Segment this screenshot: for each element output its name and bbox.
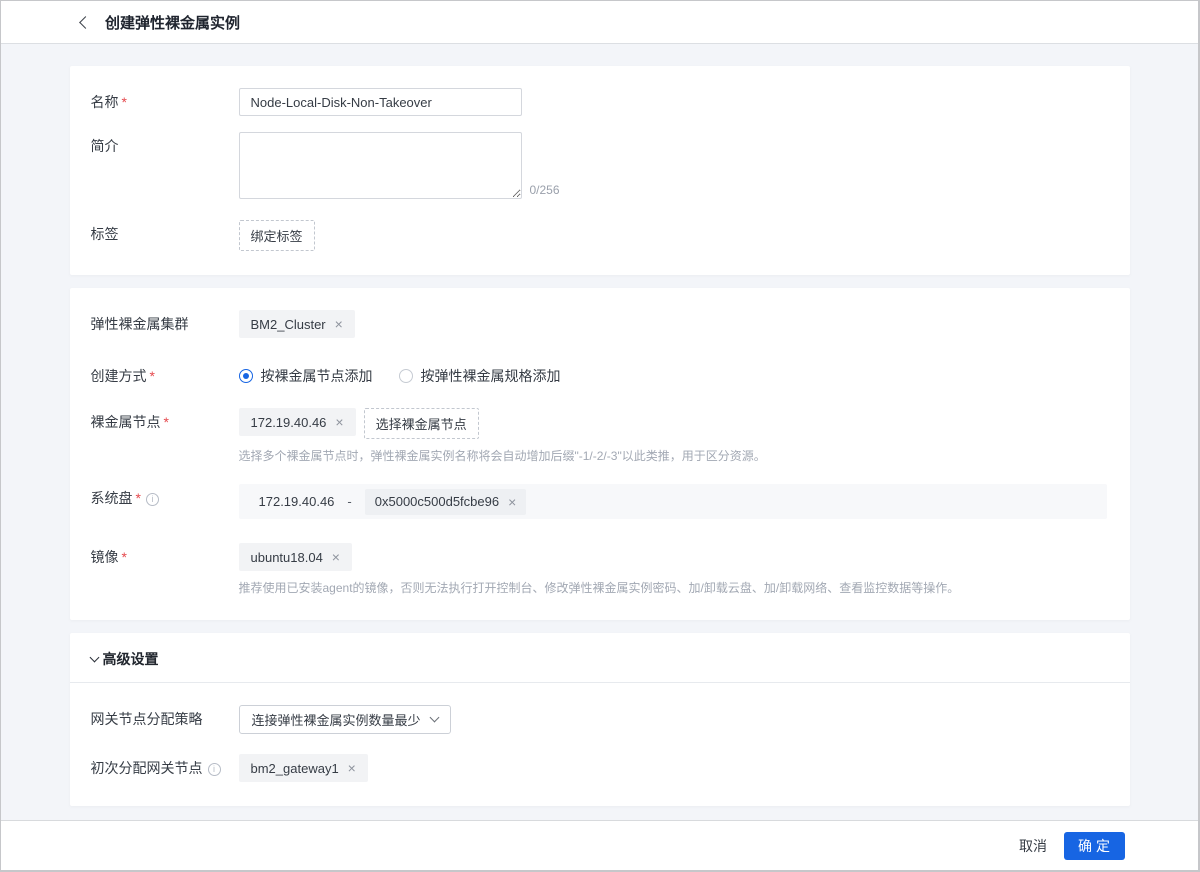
node-tag: 172.19.40.46 ×	[239, 408, 356, 436]
image-tag: ubuntu18.04 ×	[239, 543, 352, 571]
create-mode-label: 创建方式*	[91, 362, 239, 386]
system-disk-separator: -	[347, 494, 351, 509]
create-bare-metal-instance-page: 创建弹性裸金属实例 名称* 简介 0/256 标签 绑定标签	[0, 0, 1200, 872]
form-row-create-mode: 创建方式* 按裸金属节点添加 按弹性裸金属规格添加	[91, 362, 1109, 386]
image-hint: 推荐使用已安装agent的镜像，否则无法执行打开控制台、修改弹性裸金属实例密码、…	[239, 580, 960, 596]
image-label: 镜像*	[91, 543, 239, 596]
char-counter: 0/256	[530, 183, 560, 199]
form-row-cluster: 弹性裸金属集群 BM2_Cluster ×	[91, 310, 1109, 338]
required-mark: *	[122, 549, 127, 565]
form-row-tags: 标签 绑定标签	[91, 220, 1109, 251]
chevron-down-icon	[429, 713, 439, 723]
cluster-tag: BM2_Cluster ×	[239, 310, 355, 338]
system-disk-label: 系统盘*i	[91, 484, 239, 519]
back-icon[interactable]	[79, 16, 92, 29]
page-title: 创建弹性裸金属实例	[105, 12, 240, 33]
tags-label: 标签	[91, 220, 239, 251]
required-mark: *	[164, 414, 169, 430]
form-content: 名称* 简介 0/256 标签 绑定标签	[1, 44, 1198, 820]
gateway-tag: bm2_gateway1 ×	[239, 754, 368, 782]
required-mark: *	[136, 490, 141, 506]
name-input[interactable]	[239, 88, 522, 116]
gateway-strategy-value: 连接弹性裸金属实例数量最少	[252, 710, 421, 729]
select-node-button[interactable]: 选择裸金属节点	[364, 408, 479, 439]
remove-image-tag-icon[interactable]: ×	[332, 550, 340, 564]
cancel-button[interactable]: 取消	[1019, 836, 1047, 856]
create-mode-radio-group: 按裸金属节点添加 按弹性裸金属规格添加	[239, 362, 561, 386]
bind-tag-button[interactable]: 绑定标签	[239, 220, 315, 251]
remove-gateway-tag-icon[interactable]: ×	[348, 761, 356, 775]
gateway-strategy-label: 网关节点分配策略	[91, 705, 239, 734]
system-disk-row: 172.19.40.46 - 0x5000c500d5fcbe96 ×	[239, 484, 1107, 519]
radio-by-node[interactable]: 按裸金属节点添加	[239, 365, 373, 386]
node-label: 裸金属节点*	[91, 408, 239, 464]
name-label: 名称*	[91, 88, 239, 116]
initial-gateway-label: 初次分配网关节点i	[91, 754, 239, 782]
info-icon[interactable]: i	[208, 763, 221, 776]
form-row-initial-gateway: 初次分配网关节点i bm2_gateway1 ×	[91, 754, 1109, 782]
radio-unselected-icon	[399, 369, 413, 383]
form-row-description: 简介 0/256	[91, 132, 1109, 199]
chevron-down-icon	[89, 652, 99, 662]
system-disk-tag: 0x5000c500d5fcbe96 ×	[365, 489, 527, 515]
form-row-image: 镜像* ubuntu18.04 × 推荐使用已安装agent的镜像，否则无法执行…	[91, 543, 1109, 596]
advanced-settings-toggle[interactable]: 高级设置	[70, 649, 1130, 683]
required-mark: *	[150, 368, 155, 384]
gateway-strategy-select[interactable]: 连接弹性裸金属实例数量最少	[239, 705, 451, 734]
cluster-label: 弹性裸金属集群	[91, 310, 239, 338]
description-label: 简介	[91, 132, 239, 199]
radio-by-spec[interactable]: 按弹性裸金属规格添加	[399, 365, 561, 386]
node-hint: 选择多个裸金属节点时，弹性裸金属实例名称将会自动增加后缀"-1/-2/-3"以此…	[239, 448, 766, 464]
remove-disk-tag-icon[interactable]: ×	[508, 495, 516, 509]
form-row-system-disk: 系统盘*i 172.19.40.46 - 0x5000c500d5fcbe96 …	[91, 484, 1109, 519]
radio-selected-icon	[239, 369, 253, 383]
remove-node-tag-icon[interactable]: ×	[335, 415, 343, 429]
form-row-gateway-strategy: 网关节点分配策略 连接弹性裸金属实例数量最少	[91, 705, 1109, 734]
info-icon[interactable]: i	[146, 493, 159, 506]
required-mark: *	[122, 94, 127, 110]
description-textarea[interactable]	[239, 132, 522, 199]
remove-cluster-tag-icon[interactable]: ×	[335, 317, 343, 331]
config-card: 弹性裸金属集群 BM2_Cluster × 创建方式* 按裸金属节点添加	[70, 288, 1130, 620]
advanced-settings-title: 高级设置	[103, 649, 159, 669]
form-row-name: 名称*	[91, 88, 1109, 116]
form-row-node: 裸金属节点* 172.19.40.46 × 选择裸金属节点 选择多个裸金属节点时…	[91, 408, 1109, 464]
basic-info-card: 名称* 简介 0/256 标签 绑定标签	[70, 66, 1130, 275]
advanced-settings-card: 高级设置 网关节点分配策略 连接弹性裸金属实例数量最少 初次分配网关节点i bm…	[70, 633, 1130, 806]
confirm-button[interactable]: 确定	[1064, 832, 1125, 860]
page-header: 创建弹性裸金属实例	[1, 1, 1198, 44]
action-bar: 取消 确定	[1, 820, 1198, 870]
system-disk-node: 172.19.40.46	[259, 494, 335, 509]
